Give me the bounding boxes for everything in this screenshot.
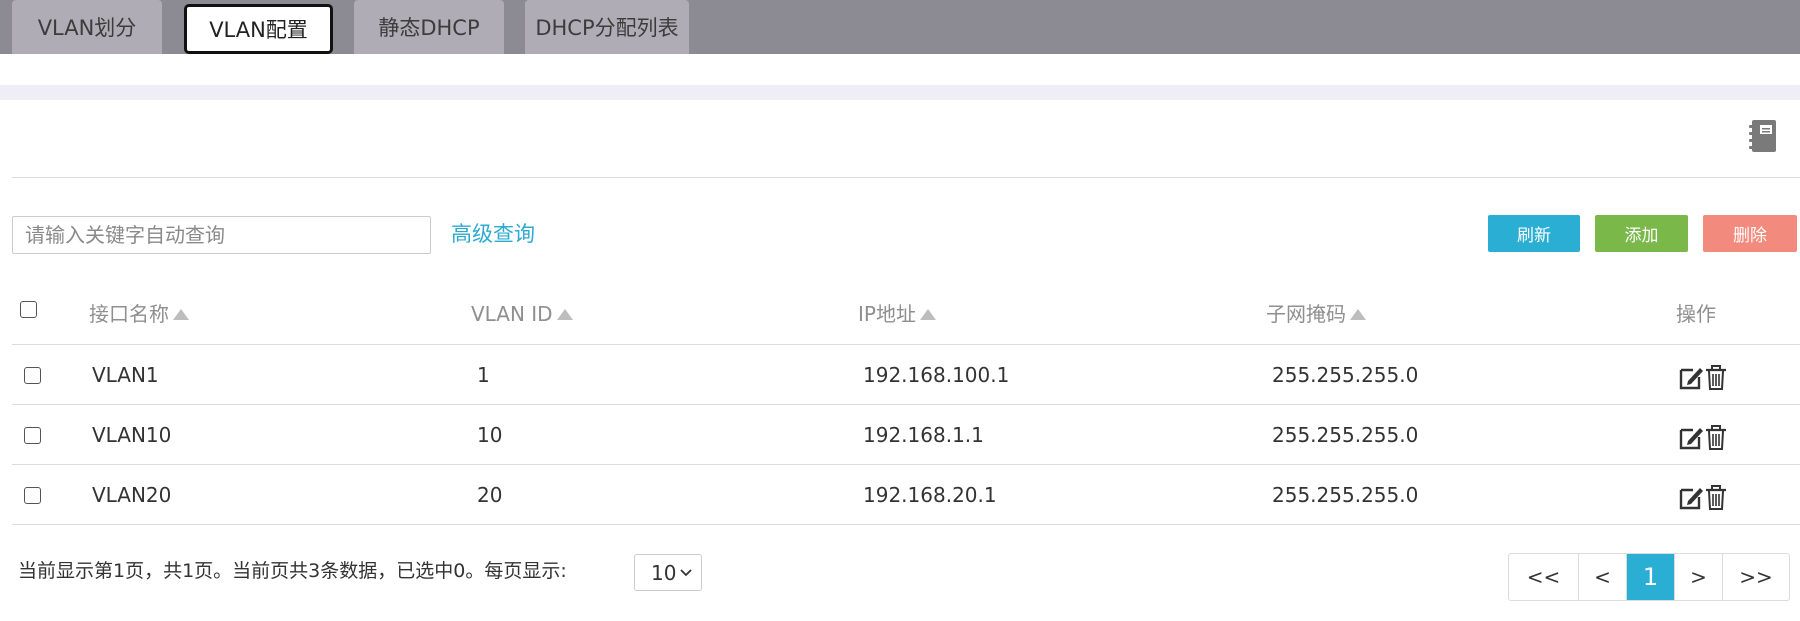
cell-subnet-mask: 255.255.255.0	[1272, 363, 1419, 387]
row-actions	[1678, 362, 1738, 392]
add-button[interactable]: 添加	[1595, 215, 1688, 252]
tab-dhcp-allocation-list[interactable]: DHCP分配列表	[525, 0, 689, 54]
refresh-button[interactable]: 刷新	[1488, 215, 1580, 252]
cell-subnet-mask: 255.255.255.0	[1272, 483, 1419, 507]
trash-icon[interactable]	[1702, 422, 1730, 452]
pagination-status: 当前显示第1页，共1页。当前页共3条数据，已选中0。每页显示:	[18, 560, 567, 582]
last-page-button[interactable]: >>	[1723, 554, 1789, 600]
column-label: 接口名称	[89, 302, 169, 326]
column-header-actions: 操作	[1676, 302, 1716, 326]
next-page-button[interactable]: >	[1675, 554, 1723, 600]
pagination: << < 1 > >>	[1508, 553, 1790, 601]
column-label: 子网掩码	[1266, 302, 1346, 326]
table-header: 接口名称 VLAN ID IP地址 子网掩码 操作	[12, 283, 1800, 345]
header-strip	[0, 85, 1800, 100]
column-header-interface-name[interactable]: 接口名称	[89, 301, 189, 327]
row-actions	[1678, 482, 1738, 512]
advanced-query-link[interactable]: 高级查询	[451, 219, 535, 249]
table-row: VLAN1 1 192.168.100.1 255.255.255.0	[12, 345, 1800, 405]
cell-ip-address: 192.168.20.1	[863, 483, 997, 507]
table-row: VLAN10 10 192.168.1.1 255.255.255.0	[12, 405, 1800, 465]
cell-ip-address: 192.168.100.1	[863, 363, 1010, 387]
page-size-select[interactable]: 10	[634, 554, 702, 591]
sort-icon[interactable]	[919, 309, 936, 320]
cell-interface-name: VLAN1	[92, 363, 159, 387]
cell-interface-name: VLAN20	[92, 483, 172, 507]
trash-icon[interactable]	[1702, 482, 1730, 512]
previous-page-button[interactable]: <	[1579, 554, 1627, 600]
sort-icon[interactable]	[1350, 309, 1366, 320]
page-size-value: 10	[651, 560, 677, 585]
row-checkbox[interactable]	[24, 487, 41, 504]
cell-interface-name: VLAN10	[92, 423, 172, 447]
notebook-icon[interactable]	[1746, 118, 1780, 154]
row-actions	[1678, 422, 1738, 452]
select-all-checkbox[interactable]	[20, 301, 37, 318]
divider	[12, 177, 1800, 178]
column-header-vlan-id[interactable]: VLAN ID	[471, 301, 573, 327]
column-label: VLAN ID	[471, 302, 553, 326]
cell-vlan-id: 10	[477, 423, 503, 447]
sort-icon[interactable]	[173, 309, 189, 320]
trash-icon[interactable]	[1702, 362, 1730, 392]
column-header-ip-address[interactable]: IP地址	[858, 301, 936, 327]
row-checkbox[interactable]	[24, 427, 41, 444]
row-checkbox[interactable]	[24, 367, 41, 384]
column-header-subnet-mask[interactable]: 子网掩码	[1266, 301, 1366, 327]
chevron-down-icon	[680, 569, 692, 577]
cell-vlan-id: 20	[477, 483, 503, 507]
current-page-button[interactable]: 1	[1627, 554, 1675, 600]
first-page-button[interactable]: <<	[1509, 554, 1579, 600]
cell-ip-address: 192.168.1.1	[863, 423, 984, 447]
table-row: VLAN20 20 192.168.20.1 255.255.255.0	[12, 465, 1800, 525]
delete-button[interactable]: 删除	[1703, 215, 1797, 252]
column-label: IP地址	[858, 302, 916, 326]
cell-vlan-id: 1	[477, 363, 490, 387]
tab-vlan-division[interactable]: VLAN划分	[12, 0, 162, 54]
search-input[interactable]	[12, 216, 431, 254]
tab-static-dhcp[interactable]: 静态DHCP	[354, 0, 504, 54]
sort-icon[interactable]	[556, 309, 573, 320]
tab-vlan-config[interactable]: VLAN配置	[184, 4, 333, 54]
cell-subnet-mask: 255.255.255.0	[1272, 423, 1419, 447]
tab-bar: VLAN划分 VLAN配置 静态DHCP DHCP分配列表	[0, 0, 1800, 54]
